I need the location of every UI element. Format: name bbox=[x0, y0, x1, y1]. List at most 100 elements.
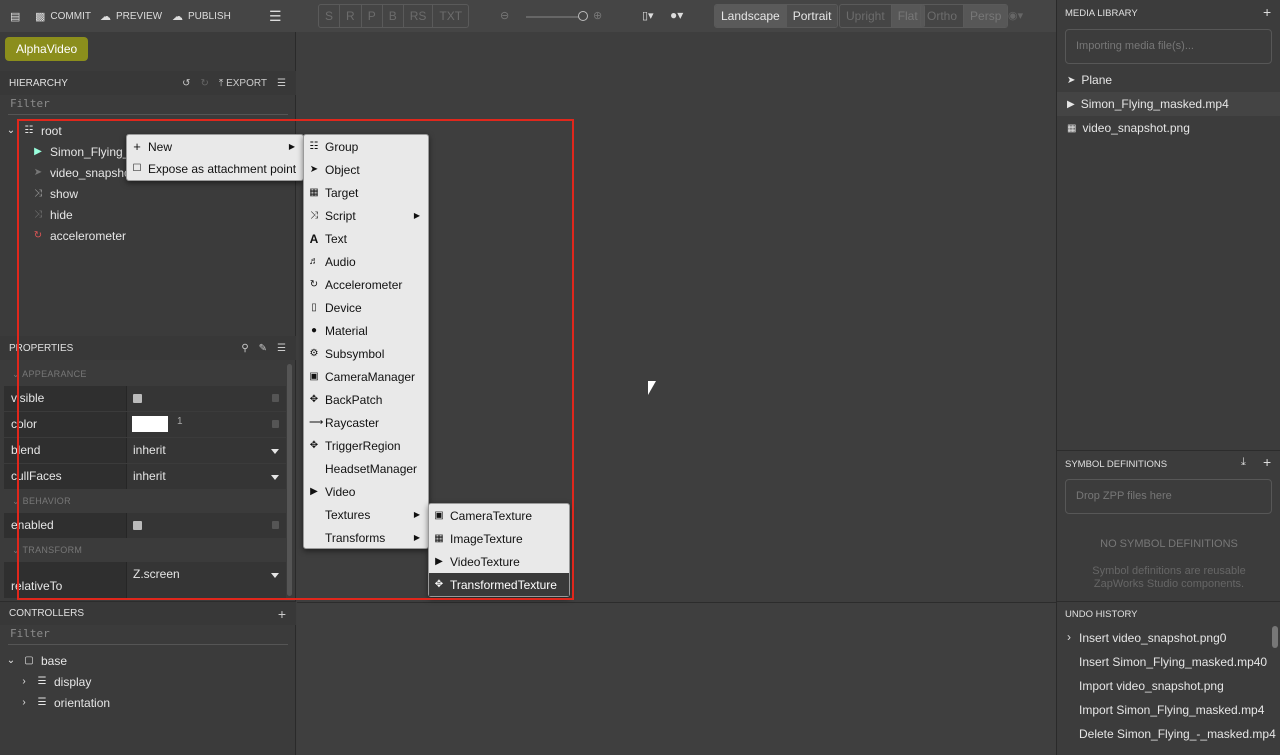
ortho-button[interactable]: Ortho bbox=[921, 5, 965, 27]
undo-item[interactable]: Import video_snapshot.png bbox=[1079, 679, 1224, 693]
menu-item-backpatch[interactable]: ✥ BackPatch bbox=[304, 388, 428, 411]
controller-item-base[interactable]: ⌄ ▢ base bbox=[5, 650, 67, 671]
menu-item-transformedtexture[interactable]: ✥ TransformedTexture bbox=[429, 573, 569, 596]
menu-item-video[interactable]: ▶ Video bbox=[304, 480, 428, 503]
tree-item-root[interactable]: ⌄ ☷ root bbox=[5, 120, 62, 141]
menu-item-accelerometer[interactable]: ↻ Accelerometer bbox=[304, 273, 428, 296]
menu-item-label: Audio bbox=[325, 254, 356, 269]
menu-item-new[interactable]: + New ▶ bbox=[127, 135, 303, 158]
add-icon[interactable]: + bbox=[278, 606, 286, 622]
zoom-out-icon[interactable]: ⊖ bbox=[500, 9, 509, 22]
lock-icon[interactable] bbox=[272, 394, 279, 402]
lock-icon[interactable] bbox=[272, 420, 279, 428]
menu-item-triggerregion[interactable]: ✥ TriggerRegion bbox=[304, 434, 428, 457]
menu-item-cameramanager[interactable]: ▣ CameraManager bbox=[304, 365, 428, 388]
menu-item-subsymbol[interactable]: ⚙ Subsymbol bbox=[304, 342, 428, 365]
menu-item-script[interactable]: ⤨ Script ▶ bbox=[304, 204, 428, 227]
menu-item-headsetmanager[interactable]: HeadsetManager bbox=[304, 457, 428, 480]
globe-dropdown[interactable]: ●▾ bbox=[670, 8, 683, 22]
menu-item-target[interactable]: ▦ Target bbox=[304, 181, 428, 204]
add-media-icon[interactable]: + bbox=[1263, 4, 1271, 20]
zoom-slider-track[interactable] bbox=[526, 16, 586, 18]
menu-item-device[interactable]: ▯ Device bbox=[304, 296, 428, 319]
properties-scrollbar[interactable] bbox=[287, 364, 292, 596]
menu-button[interactable]: ☰ bbox=[269, 0, 282, 32]
controller-item-display[interactable]: › ☰ display bbox=[18, 671, 91, 692]
menu-item-expose[interactable]: ☐ Expose as attachment point bbox=[127, 157, 303, 180]
publish-button[interactable]: ☁ PUBLISH bbox=[172, 0, 231, 32]
project-name-chip[interactable]: AlphaVideo bbox=[5, 37, 89, 61]
menu-item-audio[interactable]: ♬ Audio bbox=[304, 250, 428, 273]
undo-item[interactable]: Insert video_snapshot.png0 bbox=[1079, 631, 1226, 645]
tree-item-show[interactable]: ⤨ show bbox=[32, 183, 78, 204]
menu-item-cameratexture[interactable]: ▣ CameraTexture bbox=[429, 504, 569, 527]
device-dropdown[interactable]: ▯▾ bbox=[642, 9, 654, 22]
zpp-dropzone[interactable]: Drop ZPP files here bbox=[1065, 479, 1272, 514]
upright-button[interactable]: Upright bbox=[840, 5, 892, 27]
download-icon[interactable]: ⤓ bbox=[1241, 456, 1246, 469]
undo-scrollbar[interactable] bbox=[1272, 626, 1278, 648]
cullfaces-select[interactable]: inherit bbox=[126, 464, 286, 489]
enabled-checkbox[interactable] bbox=[133, 521, 142, 530]
section-behavior[interactable]: ⌄ BEHAVIOR bbox=[12, 496, 71, 507]
undo-item[interactable]: Delete Simon_Flying_-_masked.mp4 bbox=[1079, 727, 1276, 741]
media-item-video[interactable]: ▶ Simon_Flying_masked.mp4 bbox=[1057, 92, 1280, 116]
flat-button[interactable]: Flat bbox=[891, 5, 924, 27]
menu-item-material[interactable]: ● Material bbox=[304, 319, 428, 342]
menu-item-group[interactable]: ☷ Group bbox=[304, 135, 428, 158]
zoom-in-icon[interactable]: ⊕ bbox=[593, 9, 602, 22]
undo-item[interactable]: Insert Simon_Flying_masked.mp40 bbox=[1079, 655, 1267, 669]
menu-item-imagetexture[interactable]: ▦ ImageTexture bbox=[429, 527, 569, 550]
redo-icon[interactable]: ↻ bbox=[201, 78, 209, 89]
importing-dropzone[interactable]: Importing media file(s)... bbox=[1065, 29, 1272, 64]
pencil-icon[interactable]: ✎ bbox=[259, 343, 267, 354]
tree-item-label: root bbox=[41, 123, 62, 138]
folder-button[interactable]: ▤ bbox=[10, 0, 20, 32]
tree-item-snapshot[interactable]: ➤ video_snapshot bbox=[32, 162, 134, 183]
menu-item-transforms[interactable]: Transforms ▶ bbox=[304, 526, 428, 549]
color-swatch[interactable] bbox=[132, 416, 168, 432]
visible-checkbox[interactable] bbox=[133, 394, 142, 403]
add-symbol-icon[interactable]: + bbox=[1263, 454, 1271, 470]
undo-item[interactable]: Import Simon_Flying_masked.mp4 bbox=[1079, 703, 1264, 717]
hierarchy-menu-icon[interactable]: ☰ bbox=[277, 78, 286, 89]
persp-button[interactable]: Persp bbox=[964, 5, 1008, 27]
section-transform[interactable]: ⌄ TRANSFORM bbox=[12, 545, 82, 556]
mode-rs[interactable]: RS bbox=[404, 5, 434, 27]
section-appearance[interactable]: ⌄ APPEARANCE bbox=[12, 369, 87, 380]
mode-s[interactable]: S bbox=[319, 5, 341, 27]
media-item-plane[interactable]: ➤ Plane bbox=[1057, 68, 1280, 92]
lock-icon[interactable] bbox=[272, 521, 279, 529]
commit-button[interactable]: ▩ COMMIT bbox=[35, 0, 91, 32]
preview-button[interactable]: ☁ PREVIEW bbox=[100, 0, 162, 32]
undo-icon[interactable]: ↺ bbox=[182, 78, 190, 89]
relativeto-select[interactable]: Z.screen bbox=[126, 562, 286, 598]
tree-item-hide[interactable]: ⤨ hide bbox=[32, 204, 73, 225]
export-button[interactable]: ⤒ EXPORT bbox=[219, 78, 267, 89]
portrait-button[interactable]: Portrait bbox=[786, 5, 838, 27]
zoom-slider-handle[interactable] bbox=[578, 11, 588, 21]
eye-dropdown[interactable]: ◉▾ bbox=[1008, 9, 1023, 22]
menu-item-textures[interactable]: Textures ▶ bbox=[304, 503, 428, 526]
color-alpha-value[interactable]: 1 bbox=[177, 412, 183, 432]
landscape-button[interactable]: Landscape bbox=[715, 5, 787, 27]
mode-txt[interactable]: TXT bbox=[433, 5, 468, 27]
timeline-area[interactable] bbox=[297, 602, 1056, 755]
menu-item-object[interactable]: ➤ Object bbox=[304, 158, 428, 181]
menu-item-label: Raycaster bbox=[325, 415, 380, 430]
hierarchy-filter-input[interactable]: Filter bbox=[10, 97, 50, 110]
menu-item-raycaster[interactable]: ⟶ Raycaster bbox=[304, 411, 428, 434]
media-item-image[interactable]: ▦ video_snapshot.png bbox=[1057, 116, 1280, 140]
controller-item-orientation[interactable]: › ☰ orientation bbox=[18, 692, 110, 713]
tree-item-video[interactable]: ▶ Simon_Flying_m bbox=[32, 141, 139, 162]
blend-select[interactable]: inherit bbox=[126, 438, 286, 463]
controllers-filter-input[interactable]: Filter bbox=[10, 627, 50, 640]
mode-r[interactable]: R bbox=[340, 5, 362, 27]
menu-item-text[interactable]: A Text bbox=[304, 227, 428, 250]
menu-item-videotexture[interactable]: ▶ VideoTexture bbox=[429, 550, 569, 573]
properties-menu-icon[interactable]: ☰ bbox=[277, 343, 286, 354]
mode-p[interactable]: P bbox=[362, 5, 383, 27]
mode-b[interactable]: B bbox=[383, 5, 404, 27]
tree-item-accelerometer[interactable]: ↻ accelerometer bbox=[32, 225, 126, 246]
search-icon[interactable]: ⚲ bbox=[241, 343, 248, 354]
